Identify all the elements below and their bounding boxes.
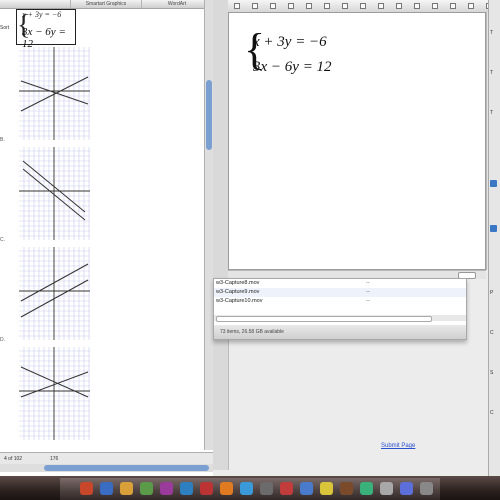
equation-line-1: x + 3y = −6 — [253, 34, 327, 50]
app-icon[interactable] — [400, 482, 413, 495]
equation-image[interactable]: { x + 3y = −6 3x − 6y = 12 — [16, 9, 76, 50]
inspector-item[interactable]: C — [490, 410, 494, 416]
graph-b[interactable] — [19, 147, 90, 240]
finder-scroll-thumb[interactable] — [216, 316, 432, 322]
tab-wordart[interactable]: WordArt — [142, 0, 213, 8]
submit-page-link[interactable]: Submit Page — [381, 443, 415, 449]
app-icon[interactable] — [200, 482, 213, 495]
horizontal-scrollbar[interactable] — [0, 464, 213, 472]
app-icon[interactable] — [120, 482, 133, 495]
tool-icon[interactable] — [342, 3, 348, 9]
inspector-item[interactable]: T — [490, 30, 493, 36]
tool-icon[interactable] — [468, 3, 474, 9]
app-icon[interactable] — [260, 482, 273, 495]
horizontal-scroll-thumb[interactable] — [44, 465, 209, 471]
tool-icon[interactable] — [252, 3, 258, 9]
items-available-text: 73 items, 26.58 GB available — [220, 329, 284, 335]
app-icon[interactable] — [180, 482, 193, 495]
file-name: w3-Capture10.mov — [216, 298, 263, 304]
inspector-item[interactable]: S — [490, 370, 493, 376]
file-size: -- — [366, 298, 370, 304]
tool-icon[interactable] — [360, 3, 366, 9]
tab-0[interactable] — [0, 0, 71, 8]
tab-smartart-graphics[interactable]: Smartart Graphics — [71, 0, 142, 8]
scroll-thumb[interactable] — [206, 80, 212, 150]
app-icon[interactable] — [160, 482, 173, 495]
sidebar-strip — [213, 0, 229, 470]
app-icon[interactable] — [300, 482, 313, 495]
zoom-level[interactable]: 176 — [50, 456, 58, 462]
graph-d[interactable] — [19, 347, 90, 440]
inspector-button[interactable] — [490, 180, 497, 187]
page-count: 4 of 102 — [4, 456, 23, 462]
tool-icon[interactable] — [414, 3, 420, 9]
trash-icon[interactable] — [420, 482, 433, 495]
option-label-c: C. — [0, 237, 5, 243]
file-name: w3-Capture8.mov — [216, 280, 260, 286]
app-icon[interactable] — [380, 482, 393, 495]
equation-canvas[interactable]: { x + 3y = −6 3x − 6y = 12 — [228, 12, 486, 270]
app-icon[interactable] — [80, 482, 93, 495]
inspector-button[interactable] — [490, 225, 497, 232]
app-icon[interactable] — [340, 482, 353, 495]
app-icon[interactable] — [100, 482, 113, 495]
finder-horizontal-scrollbar[interactable] — [214, 315, 466, 322]
tool-icon[interactable] — [396, 3, 402, 9]
finder-status-bar: 73 items, 26.58 GB available — [214, 325, 466, 339]
graph-c[interactable] — [19, 247, 90, 340]
file-name: w3-Capture9.mov — [216, 289, 260, 295]
ribbon-tabs: Smartart Graphics WordArt — [0, 0, 213, 9]
tool-icon[interactable] — [288, 3, 294, 9]
inspector-item[interactable]: T — [490, 70, 493, 76]
inspector-item[interactable]: T — [490, 110, 493, 116]
equation-editor-window: { x + 3y = −6 3x − 6y = 12 — [213, 0, 500, 476]
file-size: -- — [366, 289, 370, 295]
app-icon[interactable] — [140, 482, 153, 495]
file-row[interactable]: w3-Capture9.mov -- — [214, 288, 466, 297]
option-label-d: D. — [0, 337, 5, 343]
tool-icon[interactable] — [432, 3, 438, 9]
app-icon[interactable] — [320, 482, 333, 495]
graph-a[interactable] — [19, 47, 90, 140]
tool-icon[interactable] — [234, 3, 240, 9]
app-icon[interactable] — [360, 482, 373, 495]
equation-line-1: x + 3y = −6 — [22, 10, 62, 19]
tool-icon[interactable] — [306, 3, 312, 9]
file-row[interactable]: w3-Capture8.mov -- — [214, 279, 466, 288]
tool-icon[interactable] — [450, 3, 456, 9]
side-label: Sort — [0, 25, 10, 31]
file-size: -- — [366, 280, 370, 286]
tool-icon[interactable] — [270, 3, 276, 9]
inspector-panel: T T T P C S C — [488, 0, 500, 476]
app-icon[interactable] — [280, 482, 293, 495]
app-icon[interactable] — [220, 482, 233, 495]
tool-icon[interactable] — [324, 3, 330, 9]
option-label-b: B. — [0, 137, 5, 143]
app-icon[interactable] — [240, 482, 253, 495]
document-window: Smartart Graphics WordArt Sort { x + 3y … — [0, 0, 214, 478]
file-row[interactable]: w3-Capture10.mov -- — [214, 297, 466, 306]
equation-line-2: 3x − 6y = 12 — [253, 59, 332, 75]
inspector-item[interactable]: C — [490, 330, 494, 336]
tool-icon[interactable] — [378, 3, 384, 9]
inspector-item[interactable]: P — [490, 290, 493, 296]
finder-window: w3-Capture8.mov -- w3-Capture9.mov -- w3… — [213, 278, 467, 340]
